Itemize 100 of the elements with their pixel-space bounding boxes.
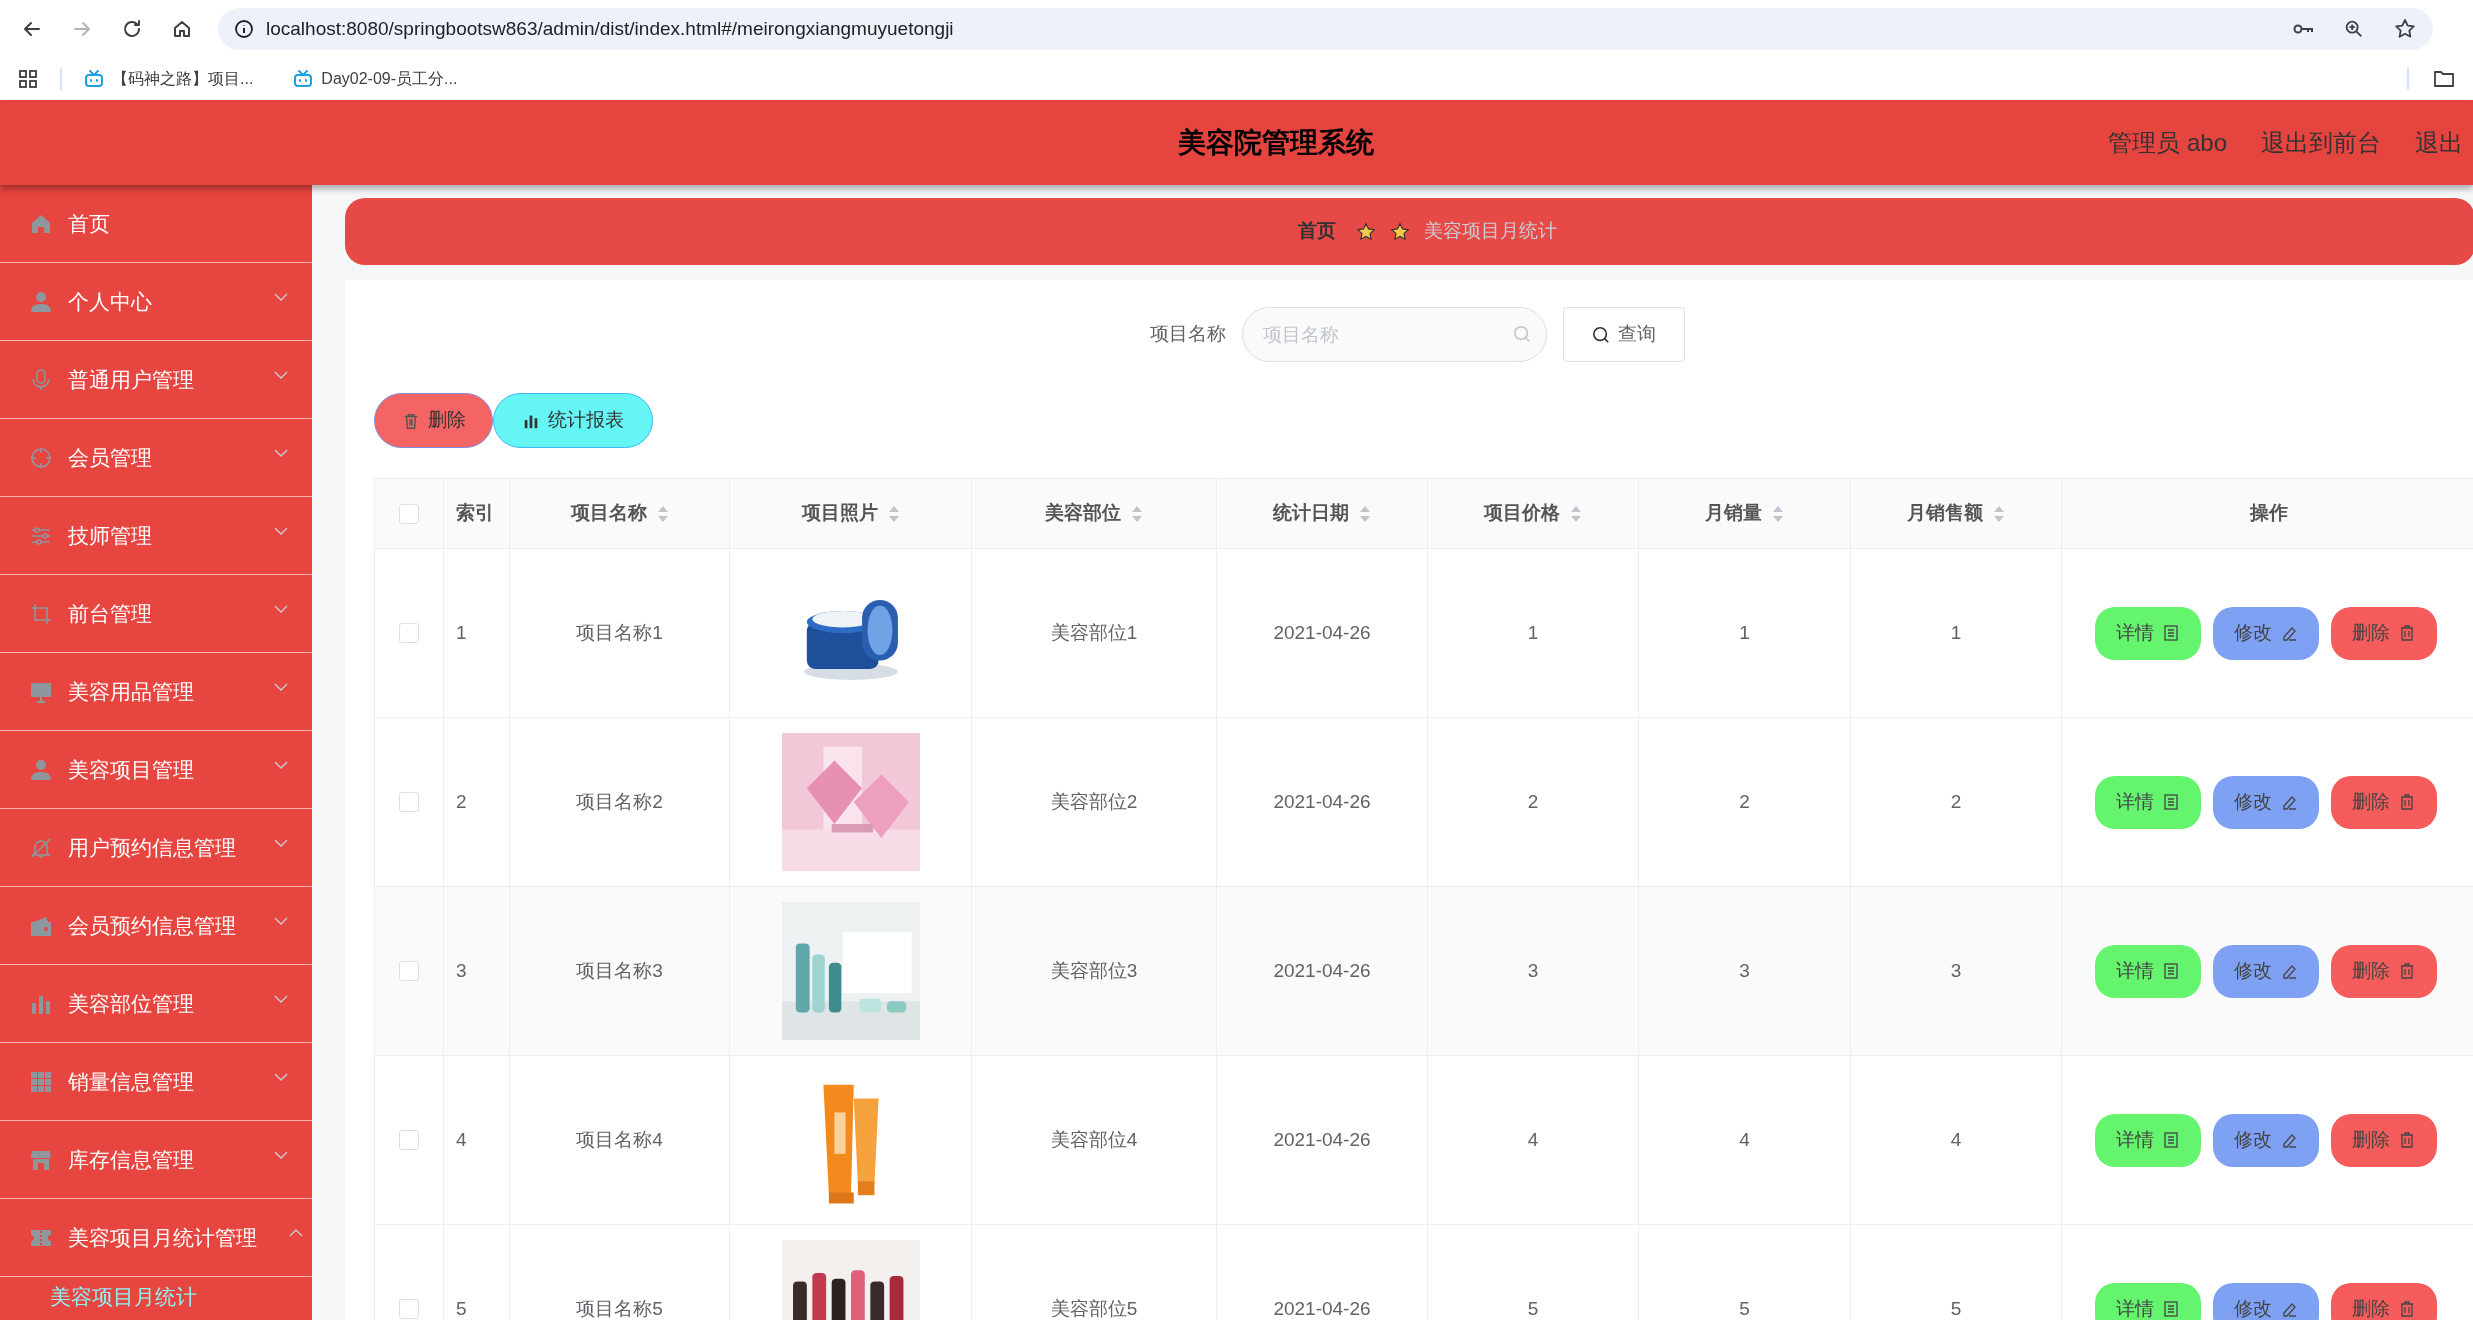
info-icon[interactable] [234,19,254,39]
table-cell-text: 2021-04-26 [1273,1127,1371,1152]
table-cell-text: 项目名称3 [576,958,663,983]
row-checkbox[interactable] [399,792,419,812]
person-icon [30,758,52,781]
report-button[interactable]: 统计报表 [493,393,653,448]
row-checkbox[interactable] [399,1130,419,1150]
delete-button[interactable]: 删除 [2331,1282,2437,1320]
search-icon [1592,325,1610,344]
trash-icon [2398,962,2416,980]
table-cell-text: 3 [1950,958,1962,983]
app-title: 美容院管理系统 [1178,125,1374,160]
grid-icon [30,1070,52,1093]
edit-button[interactable]: 修改 [2213,944,2319,998]
field-label: 项目名称 [1150,322,1226,347]
table-cell-text: 美容部位1 [1050,620,1138,645]
search-button[interactable]: 查询 [1563,307,1685,362]
table-cell-text: 美容部位5 [1050,1296,1138,1320]
table-cell-text: 4 [1739,1127,1750,1152]
table-cell-text: 2021-04-26 [1273,620,1371,645]
submenu-item[interactable]: 美容项目月统计 [0,1277,312,1317]
delete-button[interactable]: 删除 [2331,1113,2437,1167]
search-field[interactable]: 项目名称 [1242,307,1547,362]
table-cell-text: 5 [1527,1296,1539,1320]
column-header[interactable]: 项目名称 [570,499,647,528]
detail-button[interactable]: 详情 [2095,775,2201,829]
column-header[interactable]: 项目照片 [801,499,878,528]
table-cell-text: 项目名称1 [576,620,663,645]
table-cell-text: 5 [1739,1296,1750,1320]
store-icon [30,1148,52,1171]
crop-icon [30,602,52,625]
trash-icon [2398,793,2416,811]
delete-button[interactable]: 删除 [2331,944,2437,998]
column-header[interactable]: 月销售额 [1907,499,1983,528]
table-cell-text: 美容部位2 [1050,789,1138,814]
document-icon [2162,624,2180,642]
table-cell-text: 项目名称2 [576,789,663,814]
edit-button[interactable]: 修改 [2213,1113,2319,1167]
delete-button[interactable]: 删除 [2331,775,2437,829]
table-cell-text: 项目名称5 [576,1296,663,1320]
folder-icon[interactable] [2433,70,2455,88]
delete-button[interactable]: 删除 [374,393,493,448]
document-icon [2162,962,2180,980]
table-cell-text: 2 [456,789,467,814]
zoom-icon[interactable] [2343,18,2365,40]
microphone-icon [30,368,52,391]
breadcrumb-link[interactable]: 首页 [1298,217,1336,246]
star-icon [1356,221,1376,242]
select-all-checkbox[interactable] [399,503,419,524]
row-checkbox[interactable] [399,1299,419,1319]
detail-button[interactable]: 详情 [2095,1113,2201,1167]
table-cell-text: 2021-04-26 [1273,958,1371,983]
address-bar[interactable]: localhost:8080/springbootsw863/admin/dist/index.html#/meirongxiangmuyuetongji [218,8,2433,50]
bookmark[interactable]: 【码神之路】项目... [84,67,254,91]
table-cell-text: 1 [1527,620,1539,645]
document-icon [2162,1300,2180,1318]
row-checkbox[interactable] [399,623,419,643]
crosshair-icon [30,446,52,469]
apps-grid-icon[interactable] [18,69,38,89]
table-cell-text: 5 [456,1296,467,1320]
edit-button[interactable]: 修改 [2213,1282,2319,1320]
column-header[interactable]: 美容部位 [1045,499,1121,528]
monitor-icon [30,680,52,703]
tv-icon [293,70,314,88]
column-header[interactable]: 月销量 [1705,499,1762,528]
header-link[interactable]: 退出 [2415,124,2463,161]
person-icon [30,290,52,313]
tv-icon [84,70,104,88]
column-header[interactable]: 统计日期 [1273,499,1349,528]
row-checkbox[interactable] [399,961,419,981]
table-cell-text: 1 [1950,620,1962,645]
table-cell-text: 4 [1950,1127,1962,1152]
table-cell-text: 3 [1527,958,1539,983]
table-cell-text: 4 [456,1127,467,1152]
table-cell-text: 2 [1527,789,1539,814]
table-cell-text: 2 [1950,789,1962,814]
star-icon[interactable] [2393,17,2417,41]
detail-button[interactable]: 详情 [2095,944,2201,998]
bookmark[interactable]: Day02-09-员工分... [293,67,458,91]
table-cell-text: 5 [1950,1296,1962,1320]
table-cell-text: 4 [1527,1127,1539,1152]
column-header[interactable]: 项目价格 [1484,499,1560,528]
detail-button[interactable]: 详情 [2095,1282,2201,1320]
detail-button[interactable]: 详情 [2095,606,2201,660]
table-cell-text: 2021-04-26 [1273,789,1371,814]
edit-button[interactable]: 修改 [2213,606,2319,660]
bell-off-icon [30,836,52,859]
trash-icon [2398,1131,2416,1149]
header-link[interactable]: 退出到前台 [2261,124,2381,161]
edit-button[interactable]: 修改 [2213,775,2319,829]
column-header: 操作 [2249,501,2288,526]
table-cell-text: 1 [1739,620,1750,645]
wallet-icon [30,914,52,937]
header-link[interactable]: 管理员 abo [2108,124,2227,161]
search-icon [1513,325,1531,343]
delete-button[interactable]: 删除 [2331,606,2437,660]
url-text: localhost:8080/springbootsw863/admin/dist/index.html#/meirongxiangmuyuetongji [266,16,954,41]
table-cell-text: 2021-04-26 [1273,1296,1371,1320]
sliders-icon [30,524,52,547]
table-cell-text: 美容部位4 [1050,1127,1138,1152]
